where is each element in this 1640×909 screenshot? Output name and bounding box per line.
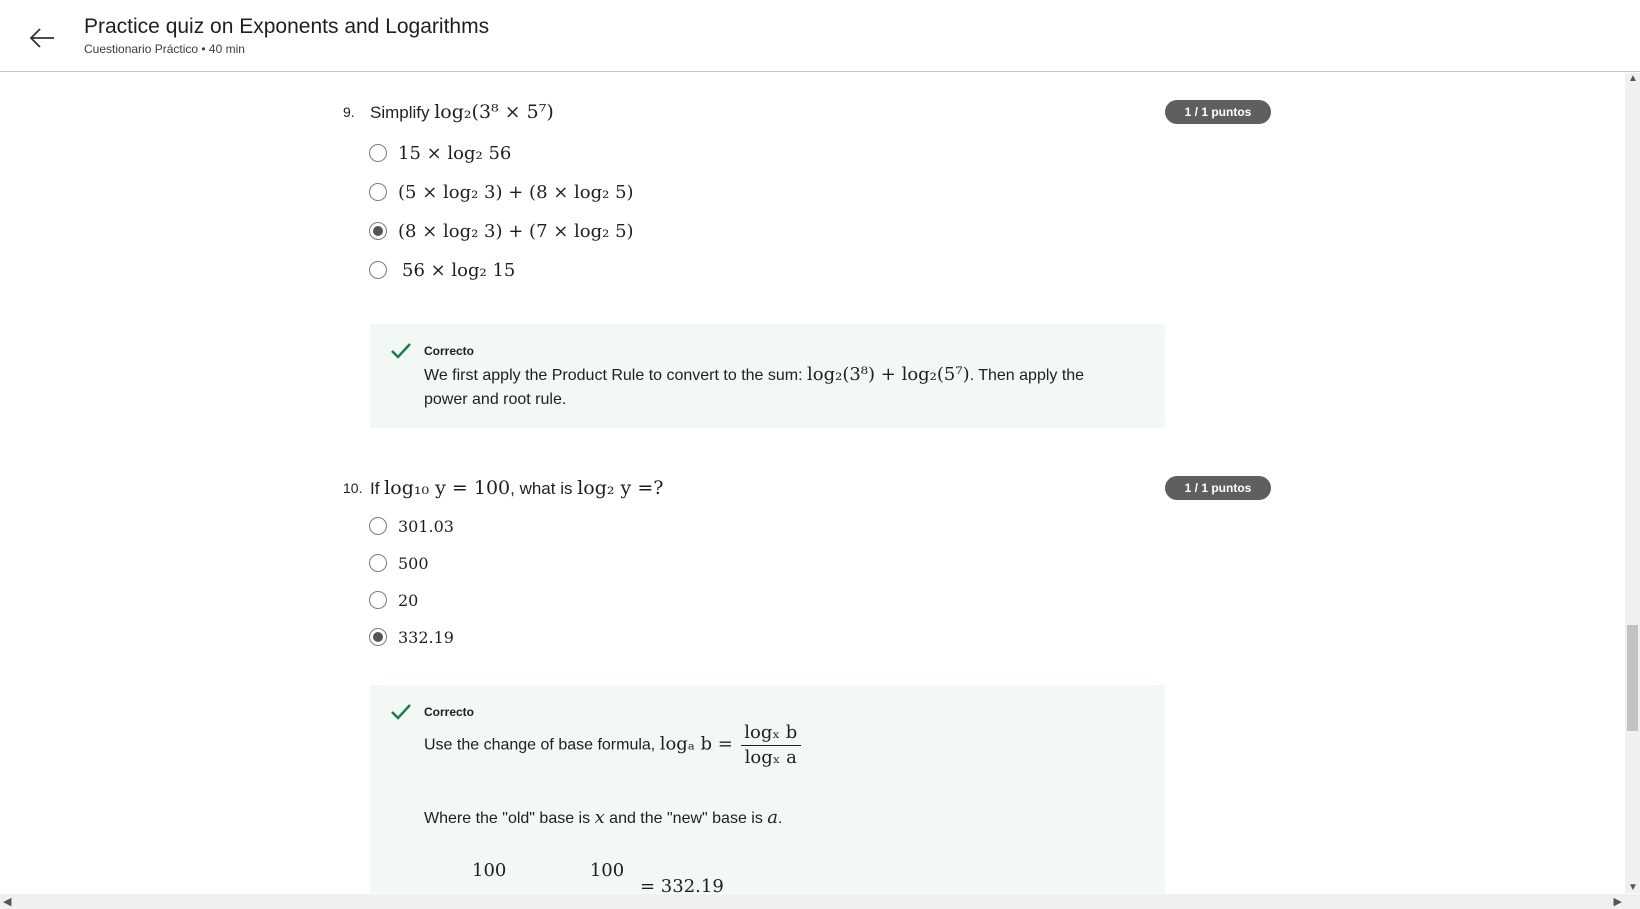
formula-fraction: logₓ b logₓ a — [740, 721, 801, 770]
partial-result: = 332.19 — [640, 876, 724, 893]
option-label: 20 — [398, 590, 419, 610]
question-text: If log₁₀ y = 100, what is log₂ y =? — [370, 477, 663, 499]
question-number: 9. — [343, 104, 355, 120]
option-label: 332.19 — [398, 627, 454, 647]
radio-button-selected[interactable] — [369, 628, 387, 646]
question-prefix: If — [370, 479, 385, 498]
scroll-down-icon[interactable]: ▼ — [1628, 882, 1638, 893]
feedback-status: Correcto — [424, 344, 475, 358]
radio-button[interactable] — [369, 183, 387, 201]
option-label: (5 × log₂ 3) + (8 × log₂ 5) — [398, 181, 634, 203]
option-label: 56 × log₂ 15 — [402, 259, 516, 281]
question-middle: , what is — [510, 479, 578, 498]
question-math-2: log₂ y =? — [577, 477, 664, 499]
quiz-content: 9. Simplify log₂(3⁸ × 5⁷) 1 / 1 puntos 1… — [0, 73, 1625, 893]
option-4[interactable]: 332.19 — [369, 624, 454, 650]
option-1[interactable]: 301.03 — [369, 513, 454, 539]
partial-equation: 100 100 — [472, 859, 624, 883]
feedback-panel: Correcto We first apply the Product Rule… — [370, 324, 1165, 428]
feedback-panel: Correcto Use the change of base formula,… — [370, 685, 1165, 893]
partial-numerator-1: 100 — [472, 860, 507, 881]
option-label: 301.03 — [398, 516, 454, 536]
option-label: 500 — [398, 553, 429, 573]
radio-button[interactable] — [369, 261, 387, 279]
feedback-status: Correcto — [424, 705, 475, 719]
variable-x: x — [594, 807, 605, 828]
feedback-explanation: We first apply the Product Rule to conve… — [424, 363, 1084, 412]
variable-a: a — [767, 807, 779, 828]
back-button[interactable] — [22, 18, 62, 58]
feedback-math: log₂(3⁸) + log₂(5⁷) — [807, 364, 970, 385]
option-3[interactable]: 20 — [369, 587, 418, 613]
feedback-text: and the "new" base is — [604, 810, 768, 827]
feedback-text: Where the "old" base is — [424, 810, 595, 827]
quiz-header: Practice quiz on Exponents and Logarithm… — [0, 0, 1640, 72]
radio-button[interactable] — [369, 591, 387, 609]
horizontal-scrollbar[interactable]: ◀ ▶ — [0, 894, 1625, 909]
partial-numerator-2: 100 — [589, 860, 625, 881]
question-number: 10. — [343, 480, 363, 496]
feedback-text: . — [778, 810, 783, 827]
page-title: Practice quiz on Exponents and Logarithm… — [84, 15, 490, 38]
feedback-explanation: Use the change of base formula, logₐ b =… — [424, 721, 804, 770]
feedback-text: Use the change of base formula, — [424, 736, 660, 754]
feedback-text-after: . Then apply the — [969, 367, 1085, 384]
question-prefix: Simplify — [370, 103, 435, 122]
feedback-text: We first apply the Product Rule to conve… — [424, 367, 807, 384]
feedback-explanation-2: Where the "old" base is x and the "new" … — [424, 806, 782, 831]
vertical-scrollbar[interactable]: ▲ ▼ — [1625, 73, 1640, 893]
arrow-left-icon — [29, 28, 54, 48]
formula-numerator: logₓ b — [744, 722, 798, 743]
question-math: log₁₀ y = 100 — [384, 477, 511, 499]
page-subtitle: Cuestionario Práctico • 40 min — [84, 42, 245, 56]
option-4[interactable]: 56 × log₂ 15 — [369, 257, 515, 283]
scrollbar-corner — [1625, 894, 1640, 909]
scroll-left-icon[interactable]: ◀ — [3, 895, 11, 908]
option-2[interactable]: (5 × log₂ 3) + (8 × log₂ 5) — [369, 179, 634, 205]
points-badge: 1 / 1 puntos — [1165, 476, 1271, 500]
option-label: (8 × log₂ 3) + (7 × log₂ 5) — [398, 220, 634, 242]
radio-button[interactable] — [369, 144, 387, 162]
points-badge: 1 / 1 puntos — [1165, 100, 1271, 124]
radio-button[interactable] — [369, 554, 387, 572]
question-math: log₂(3⁸ × 5⁷) — [434, 101, 554, 123]
question-text: Simplify log₂(3⁸ × 5⁷) — [370, 101, 554, 123]
checkmark-icon — [391, 704, 411, 720]
option-label: 15 × log₂ 56 — [398, 142, 512, 164]
option-3[interactable]: (8 × log₂ 3) + (7 × log₂ 5) — [369, 218, 634, 244]
scrollbar-thumb[interactable] — [1627, 625, 1638, 731]
scroll-up-icon[interactable]: ▲ — [1628, 73, 1638, 84]
feedback-text-line2: power and root rule. — [424, 391, 567, 408]
radio-button-selected[interactable] — [369, 222, 387, 240]
checkmark-icon — [391, 343, 411, 359]
radio-button[interactable] — [369, 517, 387, 535]
option-2[interactable]: 500 — [369, 550, 429, 576]
scroll-right-icon[interactable]: ▶ — [1614, 895, 1622, 908]
option-1[interactable]: 15 × log₂ 56 — [369, 140, 511, 166]
formula-denominator: logₓ a — [740, 745, 801, 770]
formula-lhs: logₐ b = — [659, 733, 733, 755]
